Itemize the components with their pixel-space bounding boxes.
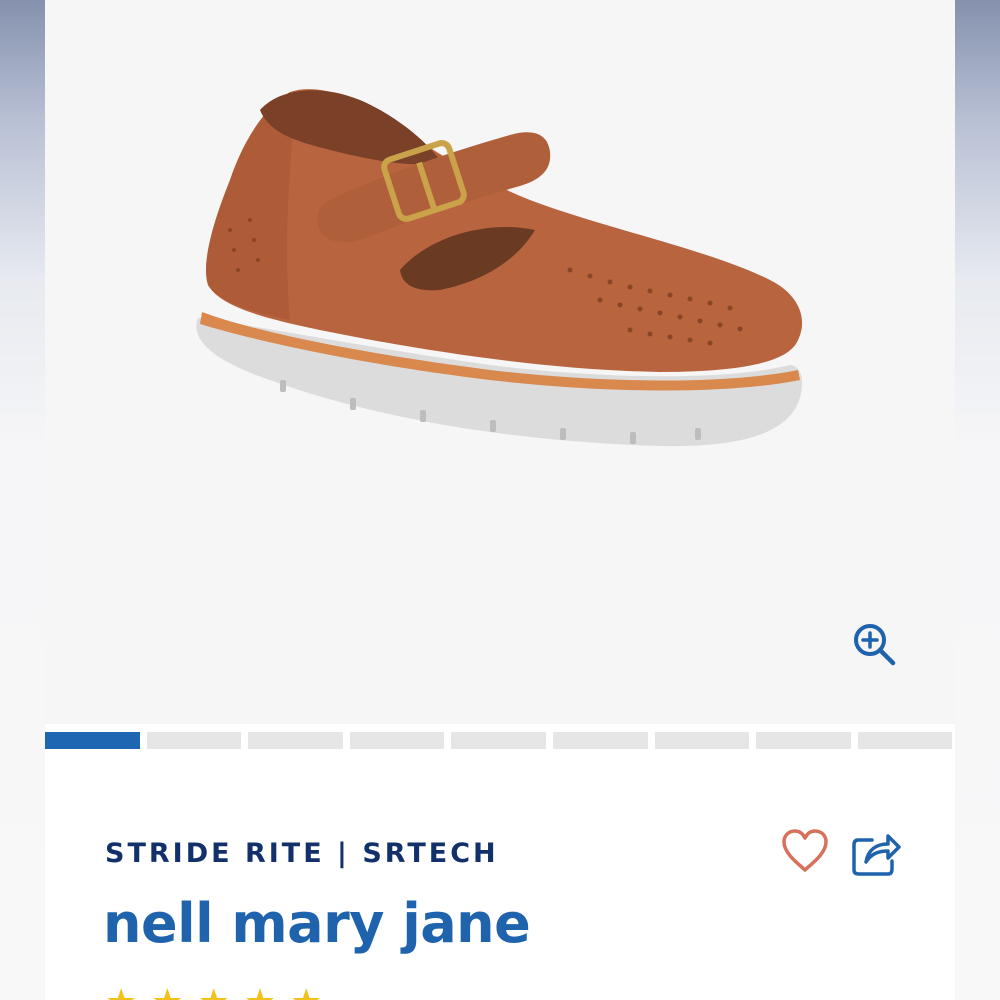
image-pager bbox=[45, 732, 955, 749]
pager-dot-8[interactable] bbox=[756, 732, 851, 749]
star-icon: ★ bbox=[198, 985, 230, 1000]
zoom-button[interactable] bbox=[850, 620, 898, 668]
pager-dot-7[interactable] bbox=[654, 732, 750, 749]
rating-stars[interactable]: ★ ★ ★ ★ ★ bbox=[105, 985, 322, 1000]
star-icon: ★ bbox=[105, 985, 137, 1000]
star-icon: ★ bbox=[290, 985, 322, 1000]
pager-dot-4[interactable] bbox=[349, 732, 445, 749]
brand-name[interactable]: STRIDE RITE | SRTECH bbox=[105, 838, 499, 869]
product-image-gallery[interactable] bbox=[45, 0, 955, 724]
favorite-button[interactable] bbox=[780, 828, 830, 874]
product-page: STRIDE RITE | SRTECH nell mary jane ★ ★ … bbox=[45, 0, 955, 1000]
heart-icon bbox=[782, 829, 828, 872]
pager-dot-2[interactable] bbox=[146, 732, 242, 749]
share-icon bbox=[852, 834, 901, 876]
shoe-image bbox=[196, 89, 803, 447]
share-button[interactable] bbox=[850, 828, 902, 878]
pager-dot-6[interactable] bbox=[552, 732, 648, 749]
pager-dot-3[interactable] bbox=[248, 732, 343, 749]
star-icon: ★ bbox=[244, 985, 276, 1000]
product-title: nell mary jane bbox=[103, 892, 531, 955]
app-frame: STRIDE RITE | SRTECH nell mary jane ★ ★ … bbox=[0, 0, 1000, 1000]
zoom-in-icon bbox=[854, 624, 896, 666]
star-icon: ★ bbox=[151, 985, 183, 1000]
pager-dot-9[interactable] bbox=[857, 732, 953, 749]
left-backdrop bbox=[0, 0, 45, 1000]
pager-dot-5[interactable] bbox=[451, 732, 546, 749]
pager-dot-1[interactable] bbox=[45, 732, 140, 749]
right-backdrop bbox=[955, 0, 1000, 1000]
